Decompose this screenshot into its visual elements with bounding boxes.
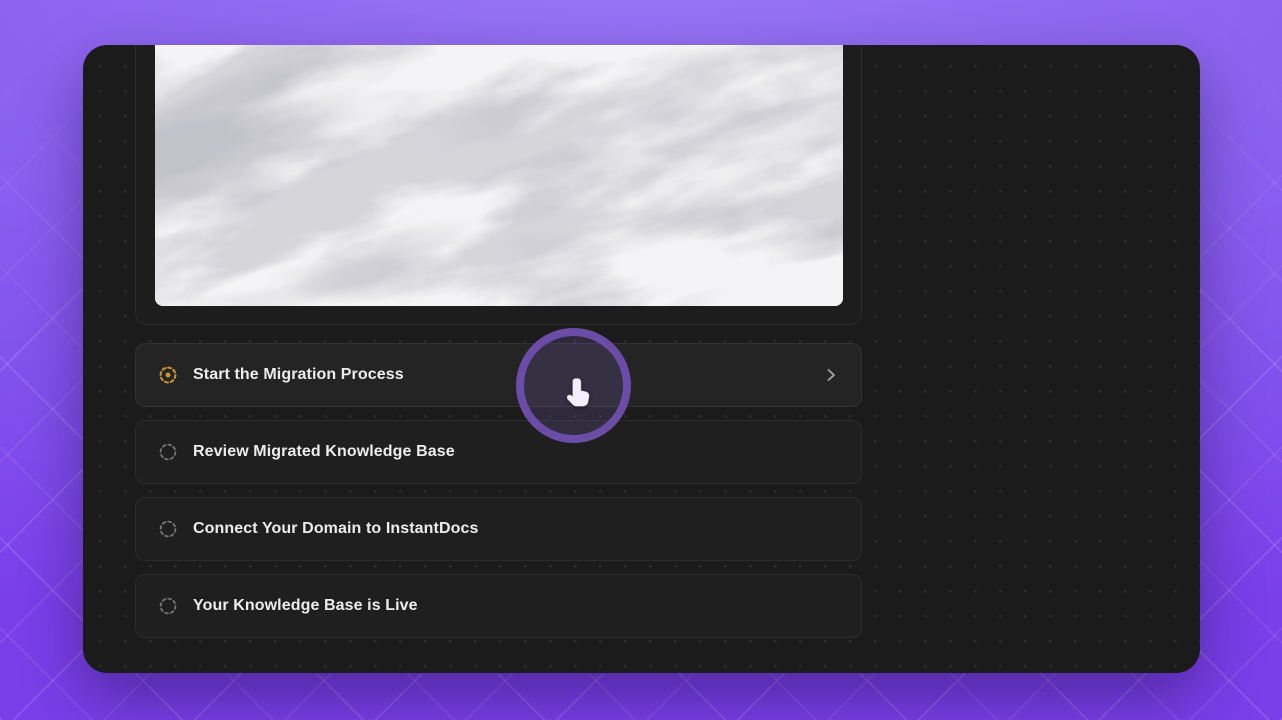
checklist-item-label: Your Knowledge Base is Live xyxy=(193,597,418,614)
chevron-right-icon xyxy=(827,369,835,381)
pending-dashed-circle-icon xyxy=(159,520,177,538)
checklist-item-label: Start the Migration Process xyxy=(193,366,404,383)
in-progress-dashed-circle-icon xyxy=(159,366,177,384)
checklist-item-start-migration-process[interactable]: Start the Migration Process xyxy=(135,343,862,407)
marble-texture-graphic xyxy=(155,45,843,306)
cover-image-panel xyxy=(135,45,862,325)
checklist-item-connect-your-domain-to-instantdocs[interactable]: Connect Your Domain to InstantDocs xyxy=(135,497,862,561)
onboarding-card: Start the Migration Process Review Migra… xyxy=(83,45,1200,673)
checklist-item-label: Connect Your Domain to InstantDocs xyxy=(193,520,479,537)
pending-dashed-circle-icon xyxy=(159,597,177,615)
checklist-item-review-migrated-knowledge-base[interactable]: Review Migrated Knowledge Base xyxy=(135,420,862,484)
checklist-item-label: Review Migrated Knowledge Base xyxy=(193,443,455,460)
marble-texture-image xyxy=(155,45,843,306)
checklist-item-your-knowledge-base-is-live[interactable]: Your Knowledge Base is Live xyxy=(135,574,862,638)
checklist: Start the Migration Process Review Migra… xyxy=(135,343,862,651)
pending-dashed-circle-icon xyxy=(159,443,177,461)
